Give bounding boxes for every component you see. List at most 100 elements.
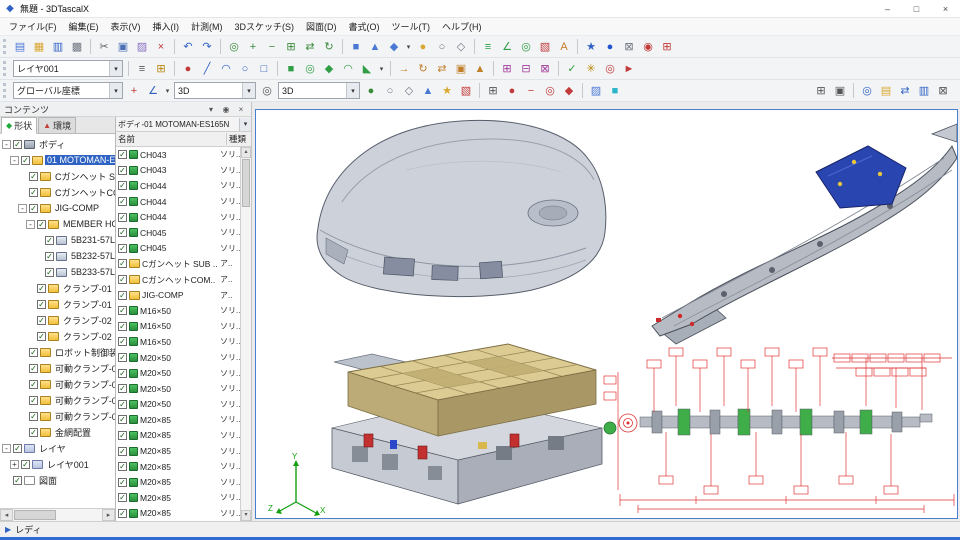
copy-body-icon[interactable]: ▣ [452, 60, 470, 77]
view-mode-combo-2[interactable]: 3D ▾ [278, 82, 360, 99]
column-type[interactable]: 種類 [227, 133, 251, 145]
light-icon[interactable]: ★ [438, 82, 456, 99]
row-checkbox[interactable] [118, 228, 127, 237]
tree-checkbox[interactable] [13, 140, 22, 149]
row-checkbox[interactable] [118, 509, 127, 518]
layer-new-icon[interactable]: ⊞ [152, 60, 170, 77]
tree-checkbox[interactable] [29, 188, 38, 197]
snap-grid-icon[interactable]: ⊞ [484, 82, 502, 99]
scrollbar-track[interactable] [13, 509, 102, 521]
scrollbar-track[interactable] [241, 158, 251, 510]
window-tile-icon[interactable]: ⊞ [812, 82, 830, 99]
scroll-left-icon[interactable]: ◂ [0, 509, 13, 521]
row-checkbox[interactable] [118, 306, 127, 315]
row-checkbox[interactable] [118, 181, 127, 190]
combo-arrow-icon[interactable]: ▾ [346, 83, 359, 98]
list-row[interactable]: M20×85 ソリ.. [116, 490, 240, 506]
tree-checkbox[interactable] [29, 396, 38, 405]
view-mode-combo-1[interactable]: 3D ▾ [174, 82, 256, 99]
body-selector[interactable]: ボディ-01 MOTOMAN-ES165N ▾ [116, 117, 251, 132]
tree-node[interactable]: 5B231-57L0 [0, 232, 115, 248]
snap-center-icon[interactable]: ◎ [541, 82, 559, 99]
close-icon[interactable]: × [235, 103, 247, 115]
list-row[interactable]: CH044 ソリ.. [116, 178, 240, 194]
close-button[interactable]: × [931, 0, 960, 18]
tree-node[interactable]: クランプ-01 [0, 280, 115, 296]
coordinate-system-combo[interactable]: グローバル座標 ▾ [13, 82, 123, 99]
view-dropdown-icon[interactable]: ▾ [404, 38, 413, 55]
text-annotation-icon[interactable]: A [555, 38, 573, 55]
tree-checkbox[interactable] [37, 284, 46, 293]
combo-arrow-icon[interactable]: ▾ [242, 83, 255, 98]
snap-quadrant-icon[interactable]: ◆ [560, 82, 578, 99]
tree-node[interactable]: 金網配置 [0, 424, 115, 440]
menu-view[interactable]: 表示(V) [105, 18, 147, 36]
render-wireframe-icon[interactable]: ○ [381, 82, 399, 99]
row-checkbox[interactable] [118, 322, 127, 331]
menu-format[interactable]: 書式(O) [343, 18, 386, 36]
tree-checkbox[interactable] [45, 236, 54, 245]
row-checkbox[interactable] [118, 400, 127, 409]
row-checkbox[interactable] [118, 259, 127, 268]
measure-distance-icon[interactable]: ≡ [479, 38, 497, 55]
undo-icon[interactable]: ↶ [179, 38, 197, 55]
list-row[interactable]: CガンヘットCOM.. ア.. [116, 272, 240, 288]
tree-expander-icon[interactable] [10, 460, 19, 469]
view-top-icon[interactable]: ▲ [366, 38, 384, 55]
list-row[interactable]: M20×85 ソリ.. [116, 459, 240, 475]
list-row[interactable]: CH045 ソリ.. [116, 225, 240, 241]
tree-node[interactable]: クランプ-02 [0, 312, 115, 328]
paste-icon[interactable]: ▨ [133, 38, 151, 55]
cut-icon[interactable]: ✂ [95, 38, 113, 55]
csys-icon[interactable]: ∠ [144, 82, 162, 99]
snap-point-icon[interactable]: ● [503, 82, 521, 99]
list-vertical-scrollbar[interactable]: ▴ ▾ [240, 147, 251, 521]
tree-horizontal-scrollbar[interactable]: ◂ ▸ [0, 508, 115, 521]
extrude-icon[interactable]: ■ [282, 60, 300, 77]
view-iso-icon[interactable]: ◆ [385, 38, 403, 55]
list-row[interactable]: M20×85 ソリ.. [116, 428, 240, 444]
view-front-icon[interactable]: ■ [347, 38, 365, 55]
menu-edit[interactable]: 編集(E) [63, 18, 105, 36]
list-row[interactable]: M16×50 ソリ.. [116, 303, 240, 319]
zoom-fit-icon[interactable]: ◎ [225, 38, 243, 55]
model-frame-rail[interactable] [652, 124, 957, 344]
row-checkbox[interactable] [118, 166, 127, 175]
perspective-icon[interactable]: ▲ [419, 82, 437, 99]
fillet-icon[interactable]: ◠ [339, 60, 357, 77]
tree-node[interactable]: Cガンヘット SUB C [0, 168, 115, 184]
list-row[interactable]: M20×85 ソリ.. [116, 474, 240, 490]
list-row[interactable]: CH043 ソリ.. [116, 147, 240, 163]
transparency-icon[interactable]: ▨ [587, 82, 605, 99]
scroll-right-icon[interactable]: ▸ [102, 509, 115, 521]
tree-checkbox[interactable] [29, 348, 38, 357]
person-icon[interactable]: ● [601, 38, 619, 55]
pin-icon[interactable]: ◉ [220, 103, 232, 115]
render-hidden-icon[interactable]: ◇ [400, 82, 418, 99]
list-row[interactable]: M20×85 ソリ.. [116, 412, 240, 428]
solid-dropdown-icon[interactable]: ▾ [377, 60, 386, 77]
fullscreen-icon[interactable]: ⊠ [934, 82, 952, 99]
delete-icon[interactable]: × [152, 38, 170, 55]
row-checkbox[interactable] [118, 291, 127, 300]
model-body-panel[interactable] [317, 120, 606, 296]
row-checkbox[interactable] [118, 150, 127, 159]
tree-checkbox[interactable] [45, 268, 54, 277]
tree-checkbox[interactable] [37, 332, 46, 341]
row-checkbox[interactable] [118, 275, 127, 284]
tab-environment[interactable]: ▲ 環境 [38, 117, 76, 133]
minimize-button[interactable]: – [873, 0, 902, 18]
scroll-down-icon[interactable]: ▾ [241, 510, 251, 521]
list-row[interactable]: CH044 ソリ.. [116, 194, 240, 210]
row-checkbox[interactable] [118, 447, 127, 456]
list-row[interactable]: M20×50 ソリ.. [116, 381, 240, 397]
tree-checkbox[interactable] [29, 428, 38, 437]
tree-node[interactable]: MEMBER HOO [0, 216, 115, 232]
revolve-icon[interactable]: ◎ [301, 60, 319, 77]
list-row[interactable]: M20×50 ソリ.. [116, 397, 240, 413]
tree-checkbox[interactable] [29, 364, 38, 373]
rotate-view-icon[interactable]: ↻ [320, 38, 338, 55]
disable-entity-icon[interactable]: ◉ [639, 38, 657, 55]
menu-3dsketch[interactable]: 3Dスケッチ(S) [229, 18, 301, 36]
boolean-union-icon[interactable]: ⊞ [498, 60, 516, 77]
